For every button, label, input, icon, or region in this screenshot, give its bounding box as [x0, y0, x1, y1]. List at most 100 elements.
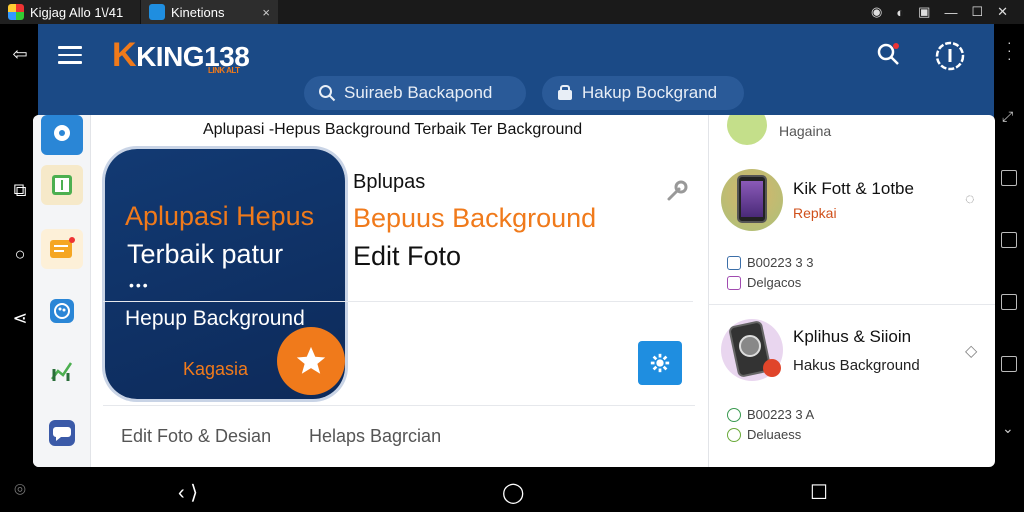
related-apps-panel: Hagaina Kik Fott & 1otbe Repkai ◌ B00223… [708, 115, 995, 467]
content-divider [103, 301, 693, 302]
chevron-down-icon[interactable]: ⌄ [1002, 420, 1014, 437]
palette-icon [50, 299, 74, 323]
refresh-icon[interactable]: ◌ [965, 191, 975, 209]
tab1-title: Kigjag Allo 1\/41 [30, 4, 124, 20]
pill2-label: Hakup Bockgrand [582, 83, 718, 102]
meta-1-text: B00223 3 A [747, 407, 815, 422]
main-app-detail: Aplupasi -Hepus Background Terbaik Ter B… [103, 115, 695, 467]
app-hero-icon[interactable]: Aplupasi Hepus Terbaik patur ••• Hepup B… [105, 149, 345, 399]
meta-2-text: Delgacos [747, 275, 802, 290]
hero-dots: ••• [129, 277, 150, 293]
related-app-meta-1: B00223 3 A [727, 407, 814, 422]
meta-1-text: B00223 3 3 [747, 255, 814, 270]
side-button-3-icon[interactable] [1001, 294, 1017, 310]
related-app-meta-2: Deluaess [727, 427, 801, 442]
sidebar-item-messages[interactable] [41, 229, 83, 269]
message-icon [50, 237, 75, 258]
sidebar-item-photos[interactable] [41, 165, 83, 205]
sidebar-item-chat[interactable] [41, 413, 83, 453]
sidebar-item-stats[interactable] [41, 351, 83, 391]
meta-circle-icon [727, 407, 741, 422]
tab2-title: Kinetions [171, 4, 225, 20]
settings-dot-icon[interactable]: ◎ [9, 480, 31, 497]
more-icon[interactable]: · · · [1007, 35, 1012, 65]
related-app-meta-2: Delgacos [727, 275, 801, 290]
tab-close-icon[interactable]: × [262, 5, 270, 20]
app-header: KKING138 LINK ALT Suiraeb Backapond Haku… [38, 24, 994, 119]
app-info-name: Bepuus Background [353, 203, 597, 233]
tab-app-icon [149, 4, 165, 20]
brand-logo[interactable]: KKING138 LINK ALT [112, 36, 250, 75]
meta-square-icon [727, 255, 741, 270]
related-app-card[interactable]: Kik Fott & 1otbe Repkai ◌ B00223 3 3 Del… [709, 159, 995, 305]
sidebar-item-palette[interactable] [41, 291, 83, 331]
notification-icon[interactable]: ▣ [918, 4, 930, 20]
pill1-label: Suiraeb Backapond [344, 83, 493, 102]
related-top-label: Hagaina [779, 123, 832, 139]
emulator-right-toolbar: · · · ⤢ ⌄ [994, 24, 1024, 512]
meta-circle-icon [727, 427, 741, 442]
side-button-1-icon[interactable] [1001, 170, 1017, 186]
window-tab-app[interactable]: Kigjag Allo 1\/41 [0, 0, 140, 24]
meta-2-text: Deluaess [747, 427, 802, 442]
info-icon[interactable] [934, 40, 966, 72]
share-button[interactable] [638, 341, 682, 385]
app-sidebar [33, 115, 91, 467]
backup-background-pill[interactable]: Hakup Bockgrand [542, 76, 744, 110]
nav-home-icon[interactable]: ◯ [502, 480, 524, 505]
chat-bubble-icon [49, 420, 75, 446]
restore-icon[interactable]: ☐ [971, 4, 983, 20]
hero-line-4: Kagasia [183, 359, 249, 379]
photo-frame-icon [52, 175, 72, 195]
side-button-2-icon[interactable] [1001, 232, 1017, 248]
related-app-title: Kik Fott & 1otbe [793, 179, 914, 198]
content-panel: Aplupasi -Hepus Background Terbaik Ter B… [33, 115, 995, 467]
related-app-card[interactable]: Kplihus & Siioin Hakus Background ◇ B002… [709, 305, 995, 455]
related-app-subtitle: Hakus Background [793, 357, 920, 374]
window-controls: ◉ ◐ ▣ — ☐ ✕ [871, 0, 1024, 24]
location-icon [54, 125, 70, 141]
search-icon[interactable] [876, 42, 900, 66]
app-info-category: Edit Foto [353, 241, 462, 271]
share-side-icon[interactable]: ⋖ [9, 308, 31, 329]
home-circle-icon[interactable]: ○ [9, 244, 31, 265]
related-top-item[interactable]: Hagaina [709, 115, 995, 151]
sidebar-item-location[interactable] [41, 115, 83, 155]
screen-rotate-icon[interactable]: ⧉ [9, 180, 31, 201]
hero-line-3: Hepup Background [125, 307, 305, 330]
logo-subtext: LINK ALT [208, 66, 240, 75]
chevron-icon[interactable]: ◇ [965, 341, 977, 361]
side-button-4-icon[interactable] [1001, 356, 1017, 372]
sync-icon[interactable]: ◐ [896, 5, 904, 20]
account-icon[interactable]: ◉ [871, 4, 882, 20]
minimize-icon[interactable]: — [944, 5, 957, 20]
share-icon [650, 353, 670, 373]
android-nav-bar: ‹ ⟩ ◯ ☐ [38, 468, 994, 512]
category-row: Edit Foto & Desian Helaps Bagrcian [103, 405, 695, 467]
search-background-pill[interactable]: Suiraeb Backapond [304, 76, 526, 110]
pill-search-icon [319, 85, 336, 102]
close-window-icon[interactable]: ✕ [997, 4, 1008, 20]
window-tab-active[interactable]: Kinetions × [140, 0, 278, 24]
category-helaps[interactable]: Helaps Bagrcian [309, 426, 441, 447]
wrench-icon[interactable] [665, 179, 689, 203]
related-app-thumbnail [721, 319, 783, 381]
related-top-thumbnail [727, 115, 767, 145]
hero-line-1: Aplupasi Hepus [125, 201, 315, 231]
star-badge [277, 327, 345, 395]
related-app-thumbnail [721, 169, 783, 231]
nav-recents-icon[interactable]: ☐ [810, 480, 828, 505]
nav-back-icon[interactable]: ‹ ⟩ [178, 480, 198, 505]
hero-line-2: Terbaik patur [127, 239, 284, 269]
expand-icon[interactable]: ⤢ [1002, 108, 1013, 125]
logo-k: K [112, 36, 137, 74]
hamburger-icon[interactable] [58, 46, 82, 64]
pill-bag-icon [558, 85, 572, 100]
related-app-title: Kplihus & Siioin [793, 327, 912, 346]
chart-growth-icon [51, 362, 73, 381]
category-edit-foto[interactable]: Edit Foto & Desian [121, 426, 271, 447]
back-arrow-icon[interactable]: ⇦ [9, 44, 31, 65]
related-app-subtitle: Repkai [793, 205, 837, 221]
meta-square-icon [727, 275, 741, 290]
page-title: Aplupasi -Hepus Background Terbaik Ter B… [203, 121, 583, 138]
